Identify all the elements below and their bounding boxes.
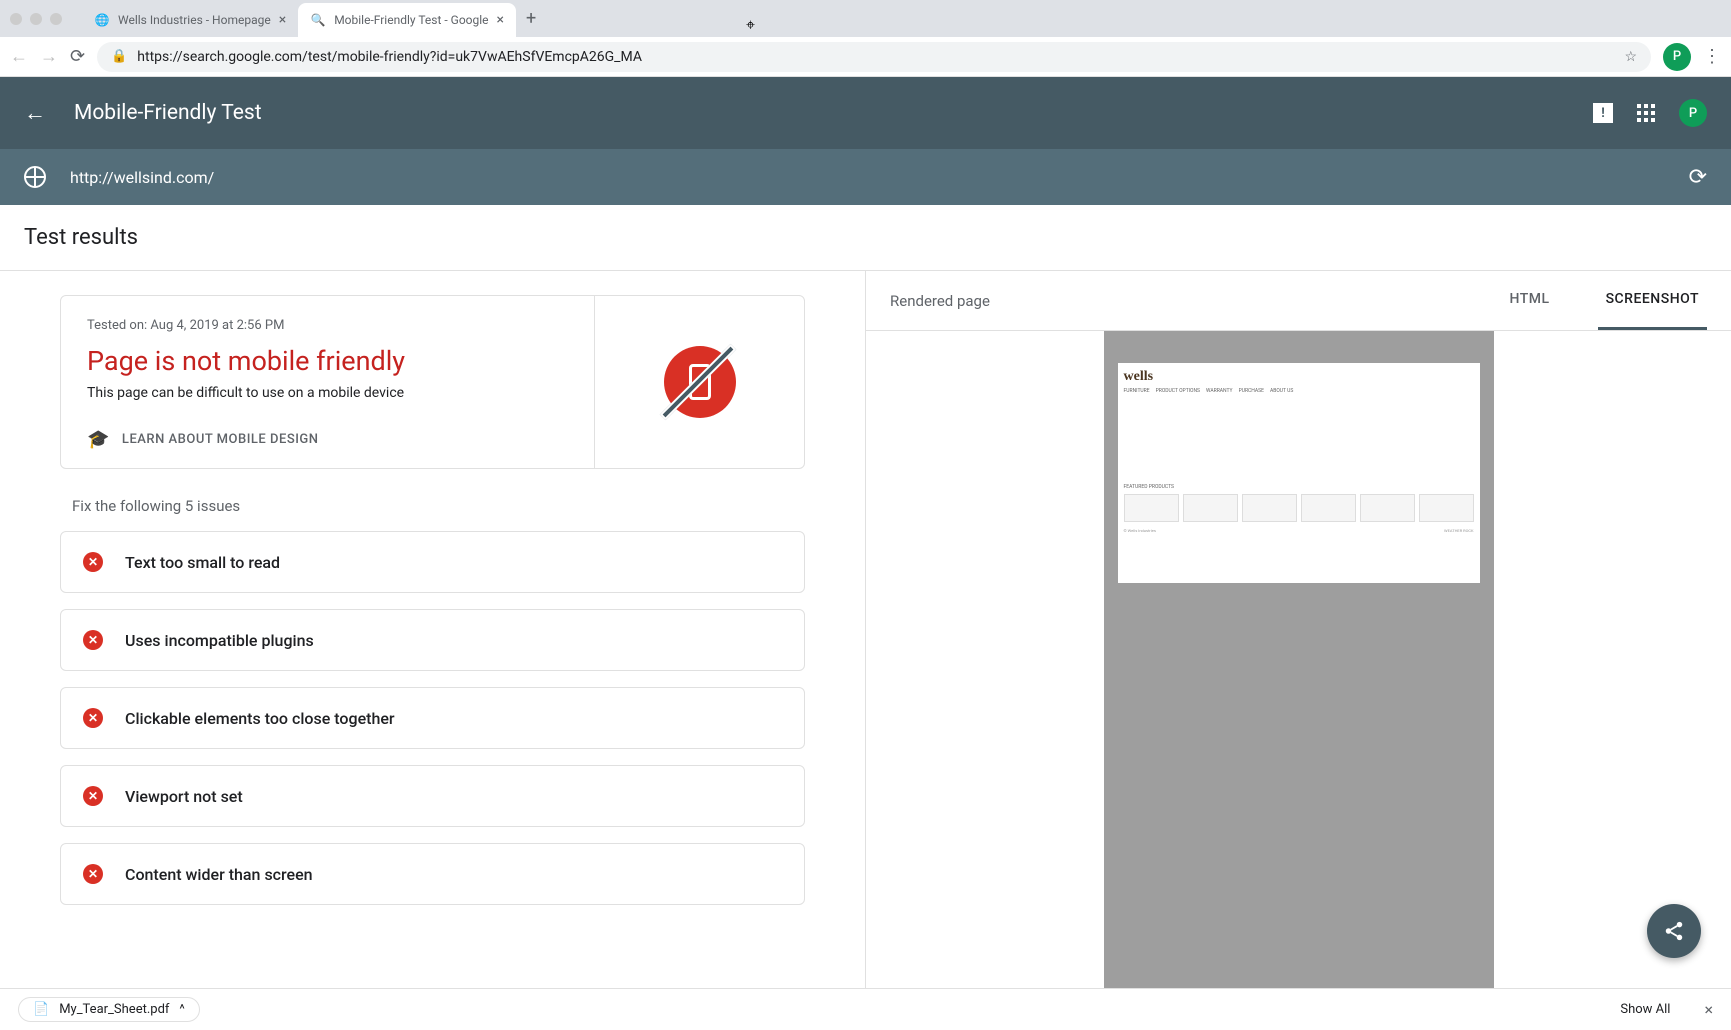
product-thumb	[1360, 494, 1415, 522]
issue-text: Text too small to read	[125, 553, 280, 572]
issue-text: Viewport not set	[125, 787, 243, 806]
product-thumb	[1183, 494, 1238, 522]
issue-row[interactable]: ✕ Uses incompatible plugins	[60, 609, 805, 671]
error-icon: ✕	[83, 786, 103, 806]
result-title: Page is not mobile friendly	[87, 345, 568, 377]
result-summary-card: Tested on: Aug 4, 2019 at 2:56 PM Page i…	[60, 295, 805, 469]
product-thumb	[1419, 494, 1474, 522]
fix-issues-heading: Fix the following 5 issues	[60, 497, 805, 515]
preview-site-logo: wells	[1124, 369, 1474, 385]
tab-html[interactable]: HTML	[1501, 271, 1557, 330]
reload-button[interactable]: ⟳	[70, 46, 85, 67]
address-bar[interactable]: 🔒 https://search.google.com/test/mobile-…	[97, 42, 1651, 72]
error-icon: ✕	[83, 552, 103, 572]
results-panel: Tested on: Aug 4, 2019 at 2:56 PM Page i…	[0, 271, 866, 988]
back-button[interactable]: ←	[10, 46, 28, 67]
section-heading: Test results	[0, 205, 1731, 271]
download-bar: 📄 My_Tear_Sheet.pdf ^ Show All ×	[0, 988, 1731, 1029]
browser-tab-strip: 🌐 Wells Industries - Homepage × 🔍 Mobile…	[0, 0, 1731, 37]
tested-url-input[interactable]: http://wellsind.com/	[70, 168, 1665, 187]
app-header: ← Mobile-Friendly Test ! P	[0, 77, 1731, 149]
issue-text: Uses incompatible plugins	[125, 631, 314, 650]
bookmark-star-icon[interactable]: ☆	[1624, 49, 1637, 65]
browser-tab-0[interactable]: 🌐 Wells Industries - Homepage ×	[82, 3, 298, 37]
refresh-test-button[interactable]: ⟳	[1689, 165, 1707, 190]
mac-maximize[interactable]	[50, 13, 62, 25]
tested-on-timestamp: Tested on: Aug 4, 2019 at 2:56 PM	[87, 318, 568, 333]
preview-site-nav: FURNITURE PRODUCT OPTIONS WARRANTY PURCH…	[1124, 388, 1474, 394]
product-thumb	[1301, 494, 1356, 522]
issue-text: Clickable elements too close together	[125, 709, 395, 728]
error-icon: ✕	[83, 864, 103, 884]
browser-toolbar: ← → ⟳ 🔒 https://search.google.com/test/m…	[0, 37, 1731, 77]
rendered-page-label: Rendered page	[890, 292, 990, 310]
globe-icon	[24, 166, 46, 188]
close-tab-icon[interactable]: ×	[497, 12, 504, 28]
issue-row[interactable]: ✕ Content wider than screen	[60, 843, 805, 905]
mac-close[interactable]	[10, 13, 22, 25]
main-content: Tested on: Aug 4, 2019 at 2:56 PM Page i…	[0, 271, 1731, 988]
preview-viewport: wells FURNITURE PRODUCT OPTIONS WARRANTY…	[866, 331, 1731, 988]
chevron-up-icon[interactable]: ^	[179, 1002, 184, 1017]
preview-header: Rendered page HTML SCREENSHOT	[866, 271, 1731, 331]
url-text: https://search.google.com/test/mobile-fr…	[137, 49, 642, 65]
result-subtitle: This page can be difficult to use on a m…	[87, 385, 568, 401]
mac-window-controls	[10, 13, 62, 25]
not-mobile-friendly-icon	[656, 338, 744, 426]
show-all-downloads-link[interactable]: Show All	[1620, 1002, 1670, 1017]
download-filename: My_Tear_Sheet.pdf	[59, 1002, 169, 1017]
issue-text: Content wider than screen	[125, 865, 313, 884]
tab-title: Wells Industries - Homepage	[118, 13, 271, 27]
error-icon: ✕	[83, 630, 103, 650]
tab-title: Mobile-Friendly Test - Google	[334, 13, 488, 27]
rendered-site-preview: wells FURNITURE PRODUCT OPTIONS WARRANTY…	[1118, 363, 1480, 583]
close-download-bar-icon[interactable]: ×	[1704, 1000, 1713, 1019]
issue-row[interactable]: ✕ Clickable elements too close together	[60, 687, 805, 749]
product-thumb	[1124, 494, 1179, 522]
graduation-cap-icon: 🎓	[87, 429, 110, 450]
profile-avatar[interactable]: P	[1663, 43, 1691, 71]
app-profile-avatar[interactable]: P	[1679, 99, 1707, 127]
app-back-button[interactable]: ←	[24, 100, 46, 126]
google-favicon-icon: 🔍	[310, 12, 326, 28]
browser-menu-icon[interactable]: ⋮	[1703, 46, 1721, 67]
learn-mobile-design-link[interactable]: 🎓 LEARN ABOUT MOBILE DESIGN	[87, 429, 568, 450]
tab-screenshot[interactable]: SCREENSHOT	[1598, 271, 1707, 330]
learn-link-label: LEARN ABOUT MOBILE DESIGN	[122, 432, 319, 447]
globe-favicon-icon: 🌐	[94, 12, 110, 28]
lock-icon: 🔒	[111, 49, 127, 64]
browser-tab-1[interactable]: 🔍 Mobile-Friendly Test - Google ×	[298, 3, 516, 37]
app-title: Mobile-Friendly Test	[74, 101, 262, 125]
close-tab-icon[interactable]: ×	[279, 12, 286, 28]
product-thumb	[1242, 494, 1297, 522]
error-icon: ✕	[83, 708, 103, 728]
preview-featured-label: FEATURED PRODUCTS	[1124, 484, 1474, 490]
forward-button[interactable]: →	[40, 46, 58, 67]
preview-products-row	[1124, 494, 1474, 522]
test-url-bar: http://wellsind.com/ ⟳	[0, 149, 1731, 205]
new-tab-button[interactable]: +	[526, 8, 536, 29]
mac-minimize[interactable]	[30, 13, 42, 25]
download-item[interactable]: 📄 My_Tear_Sheet.pdf ^	[18, 997, 200, 1022]
share-fab-button[interactable]	[1647, 904, 1701, 958]
file-icon: 📄	[33, 1002, 49, 1017]
issue-row[interactable]: ✕ Viewport not set	[60, 765, 805, 827]
preview-panel: Rendered page HTML SCREENSHOT wells FURN…	[866, 271, 1731, 988]
apps-grid-icon[interactable]	[1637, 104, 1655, 122]
preview-site-footer: © Wells Industries WEATHER ROCK	[1124, 528, 1474, 533]
share-icon	[1663, 920, 1685, 942]
result-status-icon-area	[594, 296, 804, 468]
mobile-render-frame: wells FURNITURE PRODUCT OPTIONS WARRANTY…	[1104, 331, 1494, 988]
feedback-icon[interactable]: !	[1593, 103, 1613, 123]
issue-row[interactable]: ✕ Text too small to read	[60, 531, 805, 593]
